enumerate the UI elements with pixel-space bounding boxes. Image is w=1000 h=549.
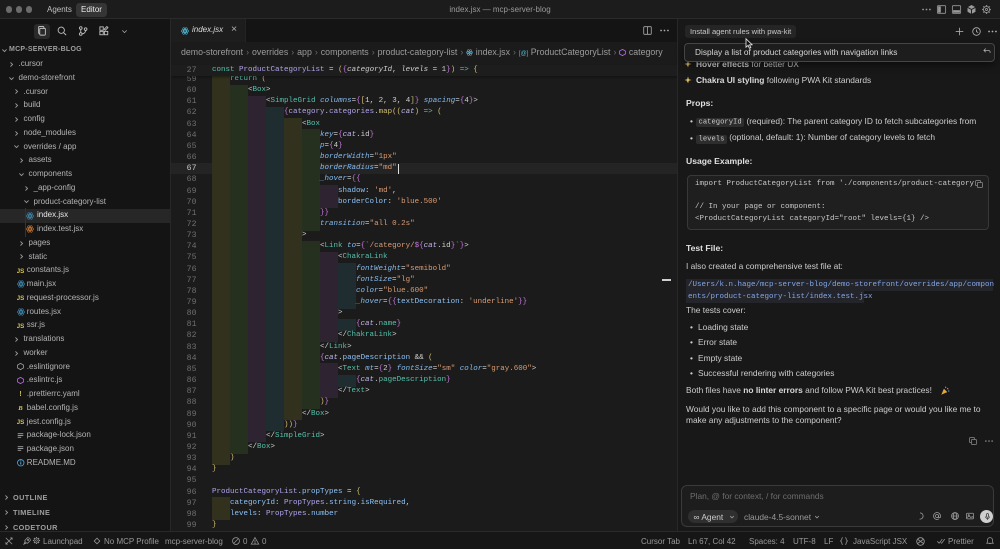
svg-text:B: B: [17, 405, 23, 411]
svg-text:!: !: [19, 391, 21, 397]
svg-text:JS: JS: [17, 295, 24, 301]
svg-text:JS: JS: [17, 419, 24, 425]
svg-text:JS: JS: [17, 323, 24, 329]
svg-text:JS: JS: [17, 268, 24, 274]
